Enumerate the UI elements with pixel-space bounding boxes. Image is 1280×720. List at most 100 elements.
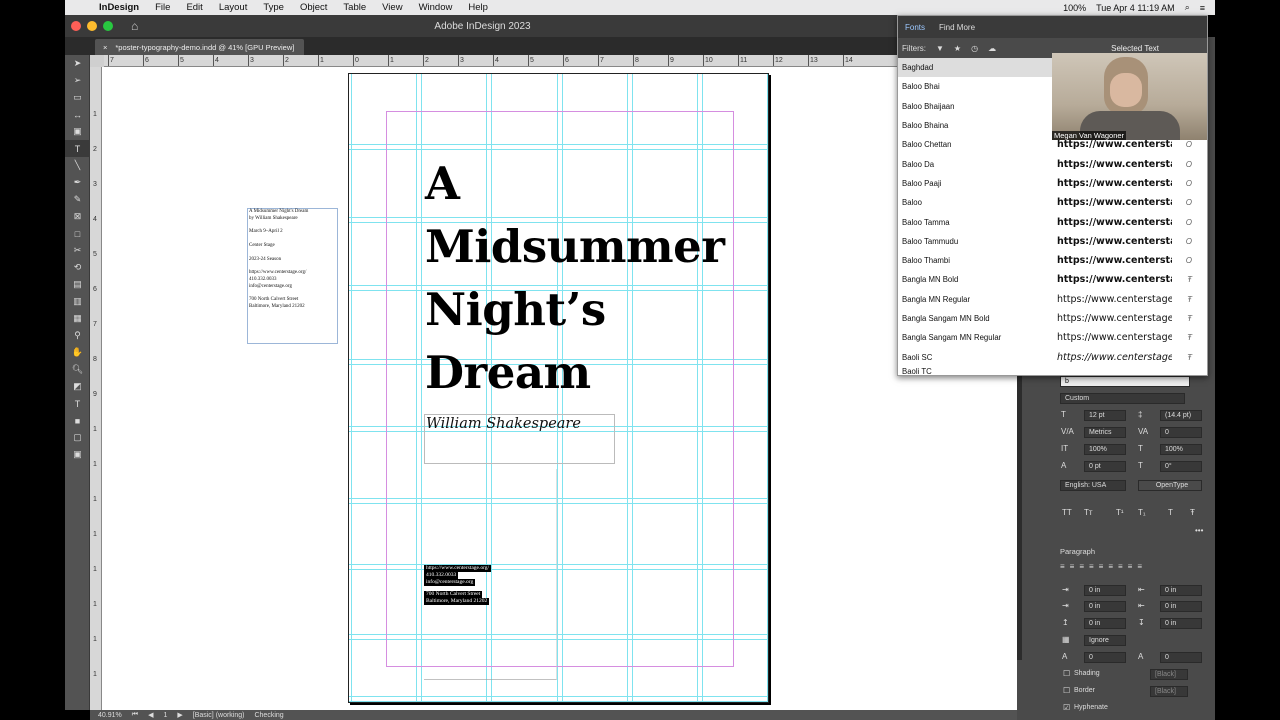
prev-page-icon[interactable]: ◀ bbox=[148, 711, 153, 719]
opentype-button[interactable]: OpenType bbox=[1138, 480, 1202, 491]
preview-mode-icon[interactable]: ▣ bbox=[65, 446, 90, 463]
poster-author[interactable]: William Shakespeare bbox=[426, 416, 581, 432]
font-style-dropdown[interactable]: Custom bbox=[1060, 393, 1185, 404]
menu-object[interactable]: Object bbox=[292, 2, 335, 13]
last-indent-field[interactable]: 0 in bbox=[1160, 601, 1202, 612]
page-tool-icon[interactable]: ▭ bbox=[65, 89, 90, 106]
all-caps-button[interactable]: TT bbox=[1062, 508, 1072, 517]
rectangle-tool-icon[interactable]: □ bbox=[65, 225, 90, 242]
strikethrough-button[interactable]: Ŧ bbox=[1190, 508, 1195, 517]
document-tab[interactable]: × *poster-typography-demo.indd @ 41% [GP… bbox=[95, 39, 305, 55]
content-collector-icon[interactable]: ▣ bbox=[65, 123, 90, 140]
vertical-ruler[interactable]: 1 2 3 4 5 6 7 8 9 1 1 1 1 1 1 1 1 bbox=[90, 67, 102, 710]
poster-title[interactable]: A Midsummer Night’s Dream bbox=[425, 152, 725, 404]
menu-file[interactable]: File bbox=[147, 2, 178, 13]
find-more-tab[interactable]: Find More bbox=[939, 23, 975, 32]
skew-field[interactable]: 0° bbox=[1160, 461, 1202, 472]
home-icon[interactable]: ⌂ bbox=[131, 20, 145, 32]
note-tool-icon[interactable]: ▦ bbox=[65, 310, 90, 327]
menu-window[interactable]: Window bbox=[411, 2, 461, 13]
font-list-item[interactable]: Bangla Sangam MN Bold https://www.centers… bbox=[898, 309, 1207, 328]
cloud-icon[interactable]: ☁ bbox=[988, 44, 996, 53]
grid-align-dropdown[interactable]: Ignore bbox=[1084, 635, 1126, 646]
more-options-icon[interactable]: ••• bbox=[1195, 526, 1203, 535]
horizontal-ruler[interactable]: 7 6 5 4 3 2 1 0 1 2 3 4 5 6 7 8 9 10 11 12 13 14 bbox=[104, 55, 900, 67]
drop-cap-lines-field[interactable]: 0 bbox=[1084, 652, 1126, 663]
vertical-scale-field[interactable]: 100% bbox=[1084, 444, 1126, 455]
font-search-input[interactable]: b bbox=[1060, 376, 1190, 387]
pen-tool-icon[interactable]: ✒ bbox=[65, 174, 90, 191]
type-tool-icon[interactable]: T bbox=[65, 140, 90, 157]
gradient-feather-icon[interactable]: ▥ bbox=[65, 293, 90, 310]
hyphenate-checkbox[interactable]: ☑ bbox=[1063, 703, 1070, 712]
shading-swatch[interactable]: [Black] bbox=[1150, 669, 1188, 680]
border-checkbox[interactable]: ☐ bbox=[1063, 686, 1070, 695]
font-list-item[interactable]: Bangla MN Bold https://www.centerstage Ŧ bbox=[898, 270, 1207, 289]
favorites-star-icon[interactable]: ★ bbox=[954, 44, 961, 53]
menu-view[interactable]: View bbox=[374, 2, 410, 13]
preflight-profile[interactable]: [Basic] (working) bbox=[193, 712, 245, 719]
screen-mode-icon[interactable]: ▢ bbox=[65, 429, 90, 446]
line-tool-icon[interactable]: ╲ bbox=[65, 157, 90, 174]
close-window-button[interactable] bbox=[71, 21, 81, 31]
drop-cap-chars-field[interactable]: 0 bbox=[1160, 652, 1202, 663]
font-size-field[interactable]: 12 pt bbox=[1084, 410, 1126, 421]
pasteboard-text-frame[interactable]: A Midsummer Night's Dream by William Shak… bbox=[247, 208, 338, 344]
small-caps-button[interactable]: Tт bbox=[1084, 508, 1093, 517]
search-icon[interactable]: ⌕ bbox=[1185, 2, 1190, 13]
menu-help[interactable]: Help bbox=[460, 2, 496, 13]
alignment-buttons[interactable]: ≡≡≡≡≡≡≡≡≡ bbox=[1060, 562, 1200, 574]
font-list-item[interactable]: Baloo https://www.centerstage O bbox=[898, 193, 1207, 212]
first-indent-field[interactable]: 0 in bbox=[1084, 601, 1126, 612]
left-indent-field[interactable]: 0 in bbox=[1084, 585, 1126, 596]
horizontal-scale-field[interactable]: 100% bbox=[1160, 444, 1202, 455]
font-list-item[interactable]: Baloo Da https://www.centerstage O bbox=[898, 154, 1207, 173]
font-list-item[interactable]: Baoli TC bbox=[898, 367, 1207, 375]
baseline-shift-field[interactable]: 0 pt bbox=[1084, 461, 1126, 472]
hand-tool-icon[interactable]: ✋ bbox=[65, 344, 90, 361]
font-list-item[interactable]: Baloo Thambi https://www.centerstage O bbox=[898, 251, 1207, 270]
poster-page[interactable]: A Midsummer Night’s Dream William Shakes… bbox=[348, 73, 769, 703]
menu-edit[interactable]: Edit bbox=[178, 2, 210, 13]
close-tab-icon[interactable]: × bbox=[103, 43, 107, 52]
language-dropdown[interactable]: English: USA bbox=[1060, 480, 1126, 491]
menu-app[interactable]: InDesign bbox=[91, 2, 147, 13]
subscript-button[interactable]: T₁ bbox=[1138, 508, 1146, 517]
superscript-button[interactable]: T¹ bbox=[1116, 508, 1124, 517]
pencil-tool-icon[interactable]: ✎ bbox=[65, 191, 90, 208]
right-indent-field[interactable]: 0 in bbox=[1160, 585, 1202, 596]
font-list-item[interactable]: Bangla MN Regular https://www.centerstage… bbox=[898, 290, 1207, 309]
menu-layout[interactable]: Layout bbox=[211, 2, 256, 13]
direct-selection-tool-icon[interactable]: ➢ bbox=[65, 72, 90, 89]
font-list-item[interactable]: Baloo Paaji https://www.centerstage O bbox=[898, 174, 1207, 193]
apply-color-icon[interactable]: ■ bbox=[65, 412, 90, 429]
fonts-tab[interactable]: Fonts bbox=[905, 23, 925, 32]
recent-clock-icon[interactable]: ◷ bbox=[971, 44, 978, 53]
selection-tool-icon[interactable]: ➤ bbox=[65, 55, 90, 72]
filter-icon[interactable]: ▼ bbox=[936, 44, 944, 53]
gap-tool-icon[interactable]: ↔ bbox=[65, 106, 90, 123]
next-page-icon[interactable]: ▶ bbox=[177, 711, 182, 719]
shading-checkbox[interactable]: ☐ bbox=[1063, 669, 1070, 678]
space-before-field[interactable]: 0 in bbox=[1084, 618, 1126, 629]
contact-block-selected[interactable]: https://www.centerstage.org/ 410.332.003… bbox=[424, 565, 492, 605]
formatting-affects-text-icon[interactable]: T bbox=[65, 395, 90, 412]
rectangle-frame-tool-icon[interactable]: ⊠ bbox=[65, 208, 90, 225]
font-list-item[interactable]: Bangla Sangam MN Regular https://www.cent… bbox=[898, 328, 1207, 347]
font-list-item[interactable]: Baloo Tammudu https://www.centerstage O bbox=[898, 232, 1207, 251]
tracking-field[interactable]: 0 bbox=[1160, 427, 1202, 438]
zoom-window-button[interactable] bbox=[103, 21, 113, 31]
panel-scrollbar[interactable] bbox=[1017, 360, 1022, 660]
eyedropper-tool-icon[interactable]: ⚲ bbox=[65, 327, 90, 344]
menu-table[interactable]: Table bbox=[335, 2, 374, 13]
underline-button[interactable]: T bbox=[1168, 508, 1173, 517]
ruler-origin[interactable] bbox=[90, 55, 104, 67]
space-after-field[interactable]: 0 in bbox=[1160, 618, 1202, 629]
scissors-tool-icon[interactable]: ✂ bbox=[65, 242, 90, 259]
control-center-icon[interactable]: ≡ bbox=[1200, 3, 1205, 13]
first-page-icon[interactable]: ⏮ bbox=[132, 711, 138, 719]
minimize-window-button[interactable] bbox=[87, 21, 97, 31]
leading-field[interactable]: (14.4 pt) bbox=[1160, 410, 1202, 421]
clock[interactable]: Tue Apr 4 11:19 AM bbox=[1096, 3, 1175, 13]
menu-type[interactable]: Type bbox=[255, 2, 292, 13]
